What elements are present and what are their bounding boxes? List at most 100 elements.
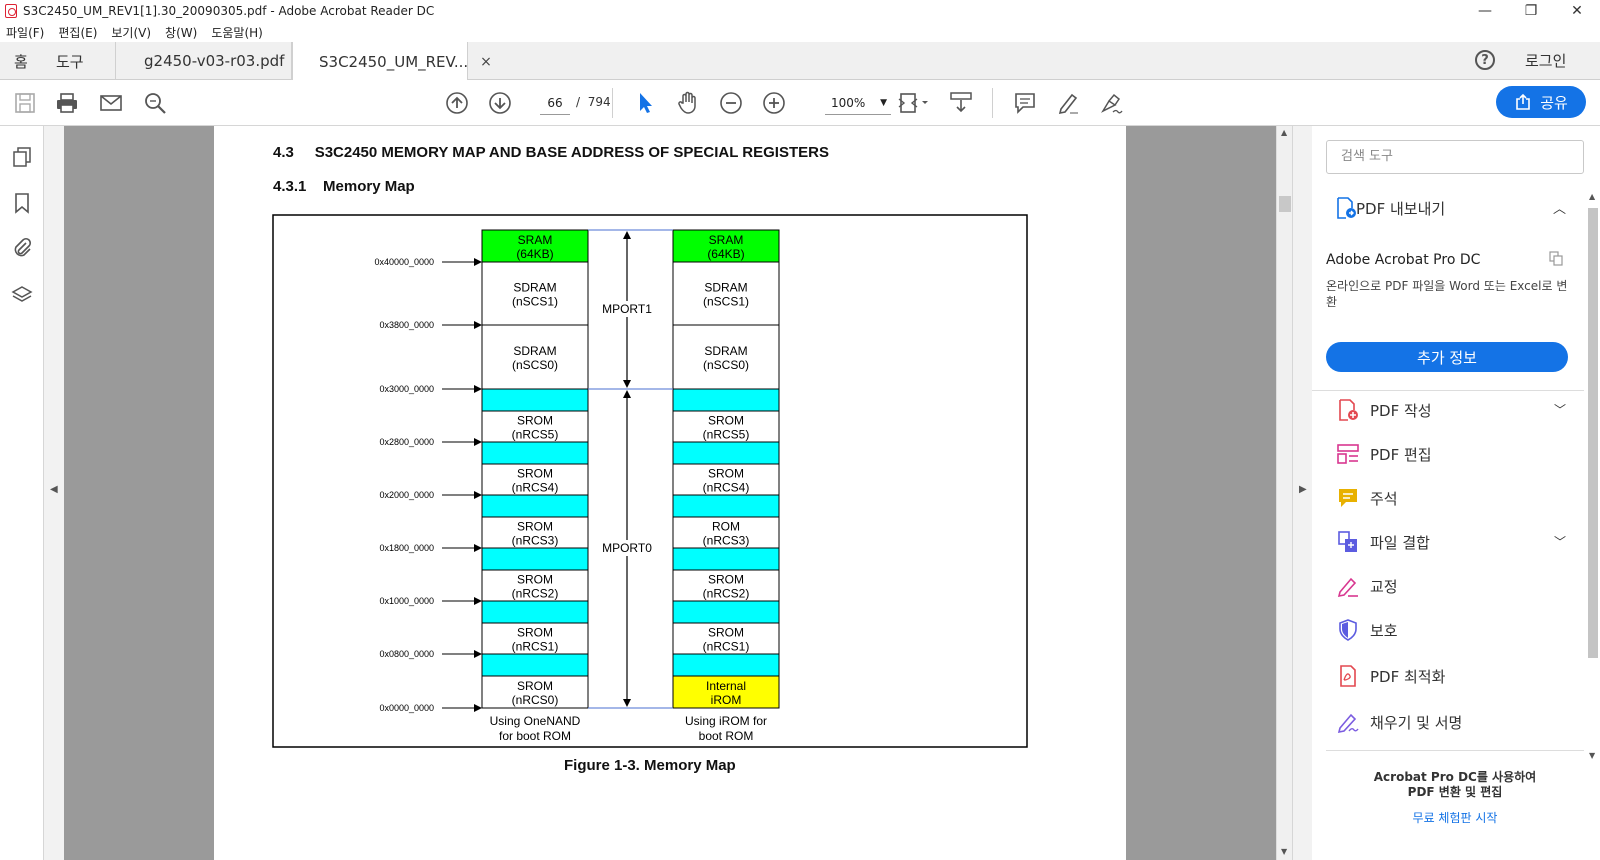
memory-block-chipselect: (nRCS2) [512, 587, 559, 601]
tool-proofread[interactable]: 교정 [1312, 566, 1584, 606]
zoom-in-icon[interactable] [761, 90, 787, 116]
menu-help[interactable]: 도움말(H) [211, 24, 263, 41]
scroll-mode-icon[interactable] [948, 90, 974, 116]
memory-block-name: Internal [706, 679, 746, 693]
reserved-region [481, 494, 589, 518]
memory-block-chipselect: (nSCS0) [703, 358, 749, 372]
tab-document-s3c2450[interactable]: S3C2450_UM_REV... × [292, 42, 492, 81]
share-button[interactable]: 공유 [1496, 86, 1586, 118]
scroll-up-icon[interactable]: ▲ [1589, 192, 1595, 201]
save-icon[interactable] [12, 90, 38, 116]
select-pointer-icon[interactable] [632, 90, 658, 116]
chevron-down-icon[interactable]: ﹀ [1554, 533, 1566, 550]
memory-block-name: SROM [517, 679, 553, 693]
optimize-pdf-icon [1340, 665, 1356, 687]
tab-home[interactable]: 홈 [14, 42, 28, 80]
pdf-page: 4.3 S3C2450 MEMORY MAP AND BASE ADDRESS … [214, 126, 1126, 860]
next-page-icon[interactable] [487, 90, 513, 116]
menu-window[interactable]: 창(W) [165, 24, 197, 41]
promo-line-1: Acrobat Pro DC를 사용하여 [1373, 770, 1537, 784]
memory-block-name: SROM [708, 573, 744, 587]
zoom-out-icon[interactable] [718, 90, 744, 116]
page-number-input[interactable]: 66 [540, 91, 570, 115]
page-thumbnails-icon[interactable] [11, 146, 33, 168]
attachment-icon[interactable] [11, 236, 33, 258]
chevron-left-icon: ◀ [50, 484, 58, 495]
export-pdf-header[interactable]: PDF 내보내기 ︿ [1312, 188, 1584, 228]
memory-block-name: SROM [708, 414, 744, 428]
tool-edit-pdf[interactable]: PDF 편집 [1312, 434, 1584, 474]
scroll-down-icon[interactable]: ▼ [1281, 847, 1287, 856]
tool-combine-files[interactable]: 파일 결합 ﹀ [1312, 522, 1584, 562]
tool-create-pdf[interactable]: PDF 작성 ﹀ [1312, 390, 1584, 430]
tool-label: PDF 작성 [1370, 401, 1432, 420]
tool-label: 교정 [1370, 577, 1398, 596]
comment-icon[interactable] [1012, 90, 1038, 116]
left-navigation-rail [0, 126, 44, 860]
proofread-icon [1337, 577, 1358, 598]
menu-view[interactable]: 보기(V) [111, 24, 151, 41]
tool-label: PDF 최적화 [1370, 667, 1446, 686]
tool-comment[interactable]: 주석 [1312, 478, 1584, 518]
more-info-button[interactable]: 추가 정보 [1326, 342, 1568, 372]
tab-document-g2450[interactable]: g2450-v03-r03.pdf [116, 42, 292, 80]
reserved-region [672, 547, 780, 571]
zoom-level-select[interactable]: 100% ▼ [825, 91, 891, 115]
memory-block-name: SROM [517, 414, 553, 428]
layers-icon[interactable] [11, 284, 33, 306]
left-panel-toggle[interactable]: ◀ [44, 126, 64, 860]
scroll-down-icon[interactable]: ▼ [1589, 751, 1595, 760]
search-icon[interactable] [142, 90, 168, 116]
search-tools-input[interactable]: 검색 도구 [1326, 140, 1584, 174]
document-viewport[interactable]: 4.3 S3C2450 MEMORY MAP AND BASE ADDRESS … [64, 126, 1276, 860]
email-icon[interactable] [98, 90, 124, 116]
minimize-button[interactable]: — [1462, 0, 1508, 22]
memory-block-chipselect: (nRCS1) [703, 640, 750, 654]
restore-button[interactable]: ❐ [1508, 0, 1554, 22]
memory-block-chipselect: (nRCS0) [512, 693, 559, 707]
scroll-up-icon[interactable]: ▲ [1281, 128, 1287, 137]
help-icon[interactable]: ? [1475, 50, 1495, 70]
title-bar: S3C2450_UM_REV1[1].30_20090305.pdf - Ado… [0, 0, 1600, 22]
tool-protect[interactable]: 보호 [1312, 610, 1584, 650]
chevron-down-icon[interactable]: ﹀ [1554, 401, 1566, 418]
hand-tool-icon[interactable] [675, 90, 701, 116]
sign-icon[interactable] [1098, 90, 1124, 116]
right-panel-toggle[interactable]: ▶ [1292, 126, 1312, 860]
document-scrollbar[interactable]: ▲ ▼ [1276, 126, 1292, 860]
close-window-button[interactable]: ✕ [1554, 0, 1600, 22]
tools-panel-scrollbar[interactable]: ▲ ▼ [1586, 190, 1600, 760]
previous-page-icon[interactable] [444, 90, 470, 116]
tab-tools[interactable]: 도구 [44, 42, 116, 80]
tool-label: 주석 [1370, 489, 1398, 508]
chevron-up-icon[interactable]: ︿ [1553, 198, 1566, 217]
column-caption: Using iROM for [685, 714, 767, 728]
scrollbar-thumb[interactable] [1279, 196, 1291, 212]
highlight-pen-icon[interactable] [1055, 90, 1081, 116]
close-tab-icon[interactable]: × [480, 54, 492, 70]
memory-block-name: SDRAM [513, 281, 556, 295]
menu-file[interactable]: 파일(F) [6, 24, 44, 41]
login-link[interactable]: 로그인 [1525, 50, 1566, 71]
address-label: 0x1000_0000 [379, 596, 434, 606]
share-icon [1516, 93, 1530, 110]
reserved-region [481, 600, 589, 624]
free-trial-link[interactable]: 무료 체험판 시작 [1326, 809, 1584, 826]
tool-optimize-pdf[interactable]: PDF 최적화 [1312, 656, 1584, 696]
tool-fill-sign[interactable]: 채우기 및 서명 [1312, 702, 1584, 742]
memory-block-name: SDRAM [704, 281, 747, 295]
figure-border [272, 214, 1028, 748]
bookmark-icon[interactable] [11, 192, 33, 214]
copy-icon[interactable] [1548, 250, 1564, 266]
upsell-box: Adobe Acrobat Pro DC 온라인으로 PDF 파일을 Word … [1326, 252, 1576, 310]
menu-bar: 파일(F) 편집(E) 보기(V) 창(W) 도움말(H) [0, 22, 1600, 42]
scrollbar-thumb[interactable] [1588, 208, 1598, 658]
fit-page-icon[interactable] [896, 90, 932, 116]
menu-edit[interactable]: 편집(E) [58, 24, 97, 41]
tab-label: S3C2450_UM_REV... [319, 52, 469, 71]
export-pdf-label: PDF 내보내기 [1356, 199, 1446, 218]
print-icon[interactable] [54, 90, 80, 116]
tool-label: 채우기 및 서명 [1370, 713, 1463, 732]
tool-label: 보호 [1370, 621, 1398, 640]
memory-block-chipselect: (nSCS1) [703, 295, 749, 309]
